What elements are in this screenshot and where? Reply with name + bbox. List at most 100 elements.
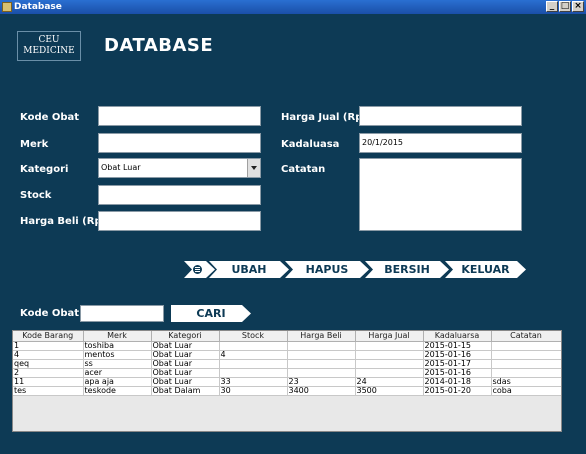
- table-cell: [491, 368, 561, 378]
- table-cell: 24: [355, 377, 424, 387]
- table-cell: 23: [287, 377, 356, 387]
- catatan-label: Catatan: [281, 164, 326, 175]
- table-cell: tes: [13, 386, 84, 396]
- table-cell: [355, 368, 424, 378]
- column-header[interactable]: Kadaluarsa: [423, 331, 492, 342]
- table-cell: 3400: [287, 386, 356, 396]
- table-cell: [287, 368, 356, 378]
- table-cell: apa aja: [83, 377, 152, 387]
- column-header[interactable]: Catatan: [491, 331, 561, 342]
- table-cell: 2015-01-20: [423, 386, 492, 396]
- column-header[interactable]: Kategori: [151, 331, 220, 342]
- cari-button[interactable]: CARI: [171, 305, 251, 322]
- kadaluasa-field[interactable]: 20/1/2015: [359, 133, 522, 153]
- kategori-select[interactable]: Obat Luar: [98, 158, 261, 178]
- catatan-textarea[interactable]: [359, 158, 522, 231]
- table-cell: sdas: [491, 377, 561, 387]
- table-row[interactable]: 1 toshiba Obat Luar 2015-01-15: [13, 341, 561, 351]
- logo-line-1: CEU: [38, 35, 60, 45]
- bersih-button[interactable]: BERSIH: [365, 261, 449, 278]
- column-header[interactable]: Harga Jual: [355, 331, 424, 342]
- table-row[interactable]: qeq ss Obat Luar 2015-01-17: [13, 359, 561, 369]
- app-icon: [2, 2, 12, 12]
- minimize-button[interactable]: _: [546, 1, 558, 12]
- table-cell: Obat Luar: [151, 350, 220, 360]
- table-cell: mentos: [83, 350, 152, 360]
- ubah-button[interactable]: UBAH: [209, 261, 289, 278]
- harga-beli-field[interactable]: [98, 211, 261, 231]
- table-cell: [287, 341, 356, 351]
- table-cell: [491, 341, 561, 351]
- table-cell: 2015-01-17: [423, 359, 492, 369]
- column-header[interactable]: Stock: [219, 331, 288, 342]
- harga-jual-label: Harga Jual (Rp.): [281, 112, 371, 123]
- table-cell: Obat Luar: [151, 359, 220, 369]
- kategori-value: Obat Luar: [101, 163, 141, 172]
- table-cell: Obat Luar: [151, 377, 220, 387]
- search-input[interactable]: [80, 305, 164, 322]
- table-cell: 2014-01-18: [423, 377, 492, 387]
- kode-obat-label: Kode Obat: [20, 112, 80, 123]
- table-cell: 4: [219, 350, 288, 360]
- title-bar: Database _ □ ×: [0, 0, 586, 14]
- stock-label: Stock: [20, 190, 52, 201]
- table-row[interactable]: tes teskode Obat Dalam 30 3400 3500 2015-01-20…: [13, 386, 561, 396]
- table-cell: 2015-01-15: [423, 341, 492, 351]
- merk-label: Merk: [20, 139, 49, 150]
- chevron-down-icon[interactable]: [247, 159, 260, 177]
- table-cell: 2015-01-16: [423, 350, 492, 360]
- table-cell: 30: [219, 386, 288, 396]
- logo: CEU MEDICINE: [17, 31, 81, 61]
- table-cell: 2015-01-16: [423, 368, 492, 378]
- table-cell: [355, 341, 424, 351]
- stock-field[interactable]: [98, 185, 261, 205]
- kode-obat-field[interactable]: [98, 106, 261, 126]
- table-cell: Obat Luar: [151, 368, 220, 378]
- table-cell: [355, 359, 424, 369]
- table-cell: ss: [83, 359, 152, 369]
- column-header[interactable]: Merk: [83, 331, 152, 342]
- table-cell: 2: [13, 368, 84, 378]
- table-cell: 33: [219, 377, 288, 387]
- column-header[interactable]: Harga Beli: [287, 331, 356, 342]
- keluar-button[interactable]: KELUAR: [445, 261, 526, 278]
- table-cell: coba: [491, 386, 561, 396]
- harga-beli-label: Harga Beli (Rp.): [20, 216, 110, 227]
- kategori-label: Kategori: [20, 164, 69, 175]
- table-cell: Obat Dalam: [151, 386, 220, 396]
- kadaluasa-label: Kadaluasa: [281, 139, 340, 150]
- table-row[interactable]: 2 acer Obat Luar 2015-01-16: [13, 368, 561, 378]
- table-cell: toshiba: [83, 341, 152, 351]
- table-cell: qeq: [13, 359, 84, 369]
- table-header-row: Kode Barang Merk Kategori Stock Harga Be…: [13, 331, 561, 342]
- maximize-button[interactable]: □: [559, 1, 571, 12]
- table-cell: [219, 359, 288, 369]
- data-table[interactable]: Kode Barang Merk Kategori Stock Harga Be…: [12, 330, 562, 432]
- close-button[interactable]: ×: [572, 1, 584, 12]
- table-cell: [491, 350, 561, 360]
- table-cell: [355, 350, 424, 360]
- table-cell: [219, 341, 288, 351]
- table-row[interactable]: 11 apa aja Obat Luar 33 23 24 2014-01-18 sdas: [13, 377, 561, 387]
- menu-icon: [193, 265, 202, 274]
- table-cell: 4: [13, 350, 84, 360]
- table-cell: acer: [83, 368, 152, 378]
- hapus-button[interactable]: HAPUS: [285, 261, 369, 278]
- column-header[interactable]: Kode Barang: [13, 331, 84, 342]
- table-cell: 3500: [355, 386, 424, 396]
- merk-field[interactable]: [98, 133, 261, 153]
- table-cell: 1: [13, 341, 84, 351]
- table-cell: [491, 359, 561, 369]
- table-cell: 11: [13, 377, 84, 387]
- table-cell: [219, 368, 288, 378]
- window-title: Database: [14, 2, 62, 12]
- search-kode-obat-label: Kode Obat: [20, 308, 80, 319]
- table-cell: [287, 359, 356, 369]
- table-cell: teskode: [83, 386, 152, 396]
- logo-line-2: MEDICINE: [23, 46, 75, 56]
- table-row[interactable]: 4 mentos Obat Luar 4 2015-01-16: [13, 350, 561, 360]
- harga-jual-field[interactable]: [359, 106, 522, 126]
- page-title: DATABASE: [104, 35, 214, 56]
- table-cell: [287, 350, 356, 360]
- table-cell: Obat Luar: [151, 341, 220, 351]
